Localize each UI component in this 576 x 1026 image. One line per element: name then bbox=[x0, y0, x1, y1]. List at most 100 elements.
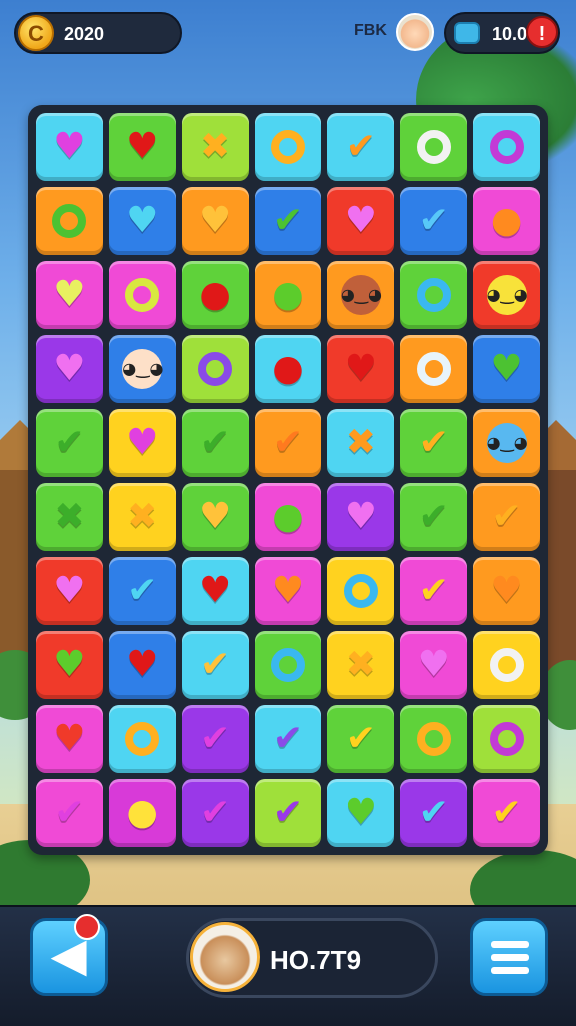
board-tile[interactable] bbox=[400, 335, 468, 403]
check-icon: ✔ bbox=[491, 496, 522, 537]
board-tile[interactable]: ✖ bbox=[327, 409, 395, 477]
check-icon: ✔ bbox=[200, 422, 231, 463]
board-tile[interactable]: ✖ bbox=[327, 631, 395, 699]
board-tile[interactable] bbox=[400, 705, 468, 773]
board-tile[interactable]: ♥ bbox=[108, 187, 176, 255]
apple-icon: ● bbox=[126, 792, 158, 833]
board-tile[interactable]: ♥ bbox=[400, 631, 468, 699]
board-tile[interactable]: ● bbox=[108, 779, 176, 847]
ring-icon bbox=[52, 204, 87, 238]
board-tile[interactable]: ✔ bbox=[400, 483, 468, 551]
check-icon: ✔ bbox=[200, 718, 231, 759]
board-tile[interactable] bbox=[108, 705, 176, 773]
board-tile[interactable]: ✖ bbox=[181, 113, 249, 181]
board-tile[interactable]: ✔ bbox=[327, 113, 395, 181]
board-tile[interactable]: ✔ bbox=[108, 557, 176, 625]
board-tile[interactable]: ♥ bbox=[108, 113, 176, 181]
board-tile[interactable]: ♥ bbox=[327, 779, 395, 847]
board-tile[interactable]: ◕‿◕ bbox=[327, 261, 395, 329]
board-tile[interactable]: ♥ bbox=[36, 261, 103, 329]
board-tile[interactable]: ◕‿◕ bbox=[108, 335, 176, 403]
board-tile[interactable]: ✔ bbox=[400, 557, 468, 625]
apple-icon: ● bbox=[490, 200, 523, 241]
heart-icon: ♥ bbox=[53, 644, 86, 685]
heart-icon: ♥ bbox=[126, 422, 159, 463]
board-tile[interactable]: ✔ bbox=[400, 779, 468, 847]
board-tile[interactable]: ● bbox=[254, 483, 322, 551]
board-tile[interactable]: ♥ bbox=[36, 631, 103, 699]
coin-icon: C bbox=[18, 15, 54, 51]
board-tile[interactable]: ✔ bbox=[181, 705, 249, 773]
board-tile[interactable]: ♥ bbox=[36, 335, 103, 403]
board-tile[interactable]: ✔ bbox=[181, 631, 249, 699]
board-tile[interactable]: ✖ bbox=[108, 483, 176, 551]
board-tile[interactable]: ✔ bbox=[181, 779, 249, 847]
board-tile[interactable]: ♥ bbox=[327, 187, 395, 255]
board-tile[interactable]: ✔ bbox=[36, 409, 103, 477]
face-icon: ◕‿◕ bbox=[340, 275, 382, 315]
heart-icon: ♥ bbox=[53, 348, 86, 389]
heart-icon: ♥ bbox=[53, 274, 86, 315]
board-tile[interactable]: ♥ bbox=[327, 483, 395, 551]
friend-avatar[interactable] bbox=[396, 13, 434, 51]
board-tile[interactable] bbox=[181, 335, 249, 403]
board-tile[interactable] bbox=[254, 113, 322, 181]
board-tile[interactable]: ● bbox=[473, 187, 540, 255]
check-icon: ✔ bbox=[272, 792, 304, 833]
board-tile[interactable]: ● bbox=[254, 335, 322, 403]
coin-counter[interactable]: C 2020 bbox=[14, 12, 182, 54]
board-tile[interactable]: ♥ bbox=[181, 557, 249, 625]
board-tile[interactable]: ● bbox=[181, 261, 249, 329]
heart-icon: ♥ bbox=[271, 570, 305, 611]
board-tile[interactable] bbox=[400, 113, 468, 181]
heart-icon: ♥ bbox=[198, 570, 232, 611]
board-tile[interactable]: ◕‿◕ bbox=[473, 261, 540, 329]
board-tile[interactable]: ♥ bbox=[108, 631, 176, 699]
board-tile[interactable]: ♥ bbox=[108, 409, 176, 477]
board-tile[interactable]: ✔ bbox=[473, 779, 540, 847]
check-icon: ✔ bbox=[272, 718, 304, 759]
board-tile[interactable]: ♥ bbox=[181, 483, 249, 551]
board-tile[interactable] bbox=[108, 261, 176, 329]
board-tile[interactable]: ♥ bbox=[36, 113, 103, 181]
board-tile[interactable]: ♥ bbox=[327, 335, 395, 403]
board-tile[interactable] bbox=[327, 557, 395, 625]
board-tile[interactable] bbox=[473, 705, 540, 773]
board-tile[interactable]: ✔ bbox=[254, 779, 322, 847]
board-tile[interactable]: ♥ bbox=[254, 557, 322, 625]
heart-icon: ♥ bbox=[53, 126, 86, 167]
face-icon: ◕‿◕ bbox=[486, 423, 528, 463]
board-tile[interactable]: ✔ bbox=[473, 483, 540, 551]
board-tile[interactable]: ♥ bbox=[36, 557, 103, 625]
board-tile[interactable]: ✔ bbox=[254, 409, 322, 477]
alert-badge[interactable]: ! bbox=[526, 16, 558, 48]
board-tile[interactable]: ✔ bbox=[181, 409, 249, 477]
check-icon: ✔ bbox=[345, 718, 376, 759]
board-tile[interactable] bbox=[400, 261, 468, 329]
check-icon: ✔ bbox=[418, 792, 449, 833]
ring-icon bbox=[489, 648, 524, 682]
board-tile[interactable]: ● bbox=[254, 261, 322, 329]
board-tile[interactable]: ♥ bbox=[473, 335, 540, 403]
board-tile[interactable]: ✔ bbox=[400, 187, 468, 255]
board-tile[interactable] bbox=[473, 113, 540, 181]
board-tile[interactable]: ♥ bbox=[36, 705, 103, 773]
ring-icon bbox=[416, 352, 451, 386]
board-tile[interactable]: ♥ bbox=[473, 557, 540, 625]
board-tile[interactable]: ♥ bbox=[181, 187, 249, 255]
board-tile[interactable] bbox=[36, 187, 103, 255]
check-icon: ✔ bbox=[418, 200, 449, 241]
board-tile[interactable]: ◕‿◕ bbox=[473, 409, 540, 477]
check-icon: ✔ bbox=[345, 126, 376, 167]
board-tile[interactable] bbox=[473, 631, 540, 699]
board-tile[interactable]: ✔ bbox=[254, 187, 322, 255]
board-tile[interactable]: ✔ bbox=[327, 705, 395, 773]
board-tile[interactable]: ✖ bbox=[36, 483, 103, 551]
menu-button[interactable] bbox=[470, 918, 548, 996]
board-tile[interactable]: ✔ bbox=[36, 779, 103, 847]
board-tile[interactable] bbox=[254, 631, 322, 699]
board-tile[interactable]: ✔ bbox=[400, 409, 468, 477]
player-avatar[interactable] bbox=[190, 922, 260, 992]
ring-icon bbox=[125, 278, 160, 312]
board-tile[interactable]: ✔ bbox=[254, 705, 322, 773]
